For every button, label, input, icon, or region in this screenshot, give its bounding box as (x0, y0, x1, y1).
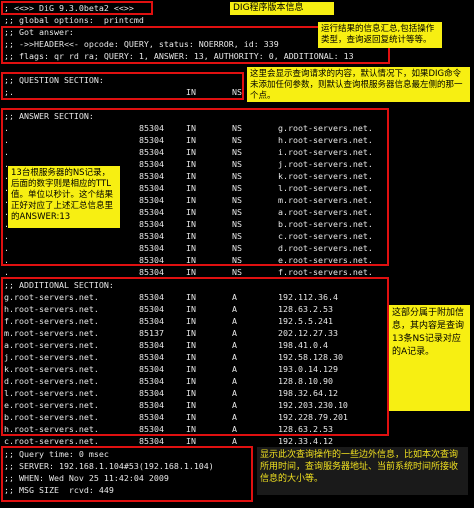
version-frame (1, 1, 153, 15)
answer-note: 13台根服务器的NS记录，后面的数字则是相应的TTL值。单位以秒计。这个结果正好… (8, 166, 120, 228)
summary-note: 运行结果的信息汇总,包括操作类型，查询返回复统计等等。 (318, 22, 442, 48)
additional-row-cell: 192.33.4.12 (278, 436, 333, 446)
terminal-window: ; <<>> DiG 9.3.0beta2 <<>> ;; global opt… (0, 0, 474, 508)
footer-frame (1, 446, 253, 502)
additional-frame (1, 277, 389, 436)
question-frame (1, 72, 244, 100)
additional-note: 这部分属于附加信息，其内容是查询13条NS记录对应的A记录。 (389, 305, 470, 411)
question-note: 这里会显示查询请求的内容，默认情况下，如果DIG命令未添加任何参数，则默认查询根… (247, 67, 470, 102)
footer-note: 显示此次查询操作的一些边外信息，比如本次查询所用时间，查询服务器地址、当前系统时… (257, 447, 468, 495)
global-options-line: ;; global options: printcmd (4, 15, 144, 25)
version-note: DIG程序版本信息 (230, 2, 334, 15)
